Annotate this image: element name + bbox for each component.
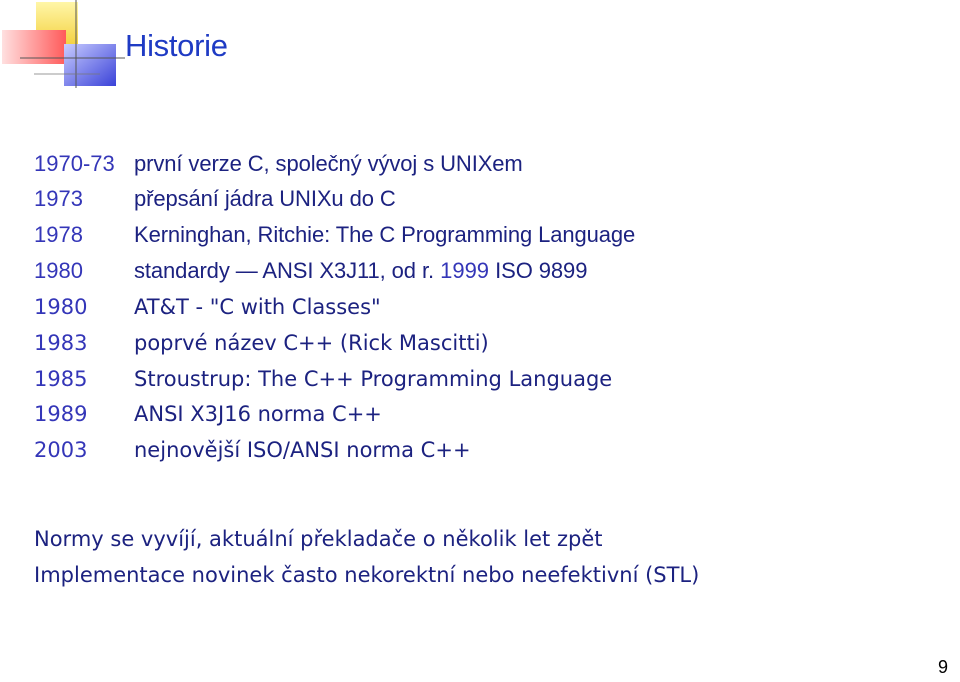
timeline-row: 1978 Kerninghan, Ritchie: The C Programmi…: [34, 218, 635, 252]
timeline-text: poprvé název C++ (Rick Mascitti): [134, 331, 489, 355]
timeline-year: 1980: [34, 295, 88, 319]
timeline-text: standardy — ANSI X3J11, od r.: [134, 258, 434, 283]
note-line: Implementace novinek často nekorektní ne…: [34, 563, 700, 587]
timeline-row: 2003 nejnovější ISO/ANSI norma C++: [34, 433, 471, 467]
timeline-row: 1980 AT&T - "C with Classes": [34, 290, 381, 324]
timeline-text: nejnovější ISO/ANSI norma C++: [134, 438, 471, 462]
timeline-year: 1980: [34, 258, 83, 283]
timeline-row: 1970-73 první verze C, společný vývoj s U…: [34, 147, 523, 181]
timeline-year: 1985: [34, 367, 88, 391]
timeline-year: 1989: [34, 402, 88, 426]
timeline-year: 1978: [34, 222, 83, 247]
timeline-text: Kerninghan, Ritchie: The C Programming L…: [134, 222, 636, 247]
timeline-year: 1983: [34, 331, 88, 355]
note-line: Normy se vyvíjí, aktuální překladače o n…: [34, 527, 603, 551]
timeline-highlight-year: 1999: [440, 258, 490, 283]
timeline-year: 1973: [34, 186, 83, 211]
timeline-text-tail: ISO 9899: [495, 258, 588, 283]
timeline-year: 1970-73: [34, 151, 115, 176]
timeline-row: 1985 Stroustrup: The C++ Programming Lang…: [34, 362, 612, 396]
timeline-row: 1980 standardy — ANSI X3J11, od r. 1999 I…: [34, 254, 587, 288]
slide-corner-decoration: [2, 0, 125, 88]
timeline-row: 1983 poprvé název C++ (Rick Mascitti): [34, 326, 489, 360]
timeline-year: 2003: [34, 438, 88, 462]
slide-title: Historie: [125, 28, 228, 63]
timeline-text: Stroustrup: The C++ Programming Language: [134, 367, 613, 391]
timeline-row: 1973 přepsání jádra UNIXu do C: [34, 182, 396, 216]
timeline-row: 1989 ANSI X3J16 norma C++: [34, 397, 382, 431]
timeline-text: přepsání jádra UNIXu do C: [134, 186, 396, 211]
timeline-text: první verze C, společný vývoj s UNIXem: [134, 151, 523, 176]
timeline-text: AT&T - "C with Classes": [134, 295, 381, 319]
timeline-text: ANSI X3J16 norma C++: [134, 402, 382, 426]
page-number: 9: [937, 657, 948, 677]
